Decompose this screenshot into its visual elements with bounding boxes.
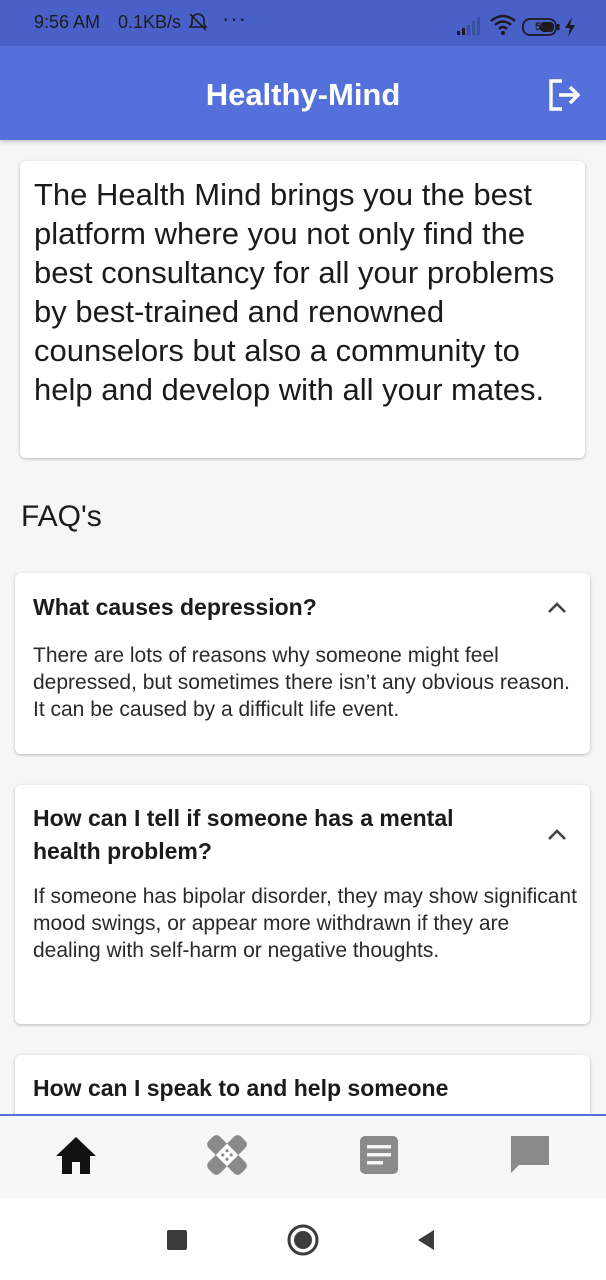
status-more-icon: ··· [222, 6, 247, 31]
battery-level: 58 [535, 21, 548, 33]
faq-heading: FAQ's [21, 500, 102, 533]
alarm-off-icon [188, 13, 208, 31]
chat-icon[interactable] [507, 1132, 553, 1178]
faq-question: How can I tell if someone has a mental h… [33, 805, 454, 864]
bottom-navigation [0, 1114, 606, 1200]
logout-icon[interactable] [546, 77, 582, 113]
status-network-speed: 0.1KB/s [118, 12, 182, 32]
chevron-up-icon[interactable] [544, 822, 570, 848]
faq-item[interactable]: How can I tell if someone has a mental h… [15, 785, 590, 1024]
faq-question: What causes depression? [33, 594, 317, 620]
faq-answer: There are lots of reasons why someone mi… [33, 644, 570, 721]
chevron-up-icon[interactable] [544, 595, 570, 621]
app-title: Healthy-Mind [205, 77, 401, 112]
intro-card: The Health Mind brings you the best plat… [20, 161, 585, 458]
faq-answer: If someone has bipolar disorder, they ma… [33, 885, 577, 962]
charging-icon [565, 17, 575, 37]
faq-question: How can I speak to and help someone [33, 1075, 449, 1101]
system-navigation-bar [0, 1198, 606, 1280]
back-icon[interactable] [414, 1228, 438, 1252]
recents-icon[interactable] [165, 1228, 189, 1252]
wifi-icon [490, 14, 516, 35]
signal-icon [457, 17, 480, 35]
intro-text: The Health Mind brings you the best plat… [34, 177, 555, 407]
faq-item[interactable]: What causes depression? There are lots o… [15, 573, 590, 754]
home-circle-icon[interactable] [286, 1223, 320, 1257]
status-time: 9:56 AM [34, 12, 101, 32]
status-bar: 9:56 AM 0.1KB/s ··· 58 [0, 0, 606, 46]
home-icon[interactable] [53, 1132, 99, 1178]
app-bar: Healthy-Mind [0, 46, 606, 140]
notes-icon[interactable] [356, 1132, 402, 1178]
bandage-icon[interactable] [204, 1132, 250, 1178]
